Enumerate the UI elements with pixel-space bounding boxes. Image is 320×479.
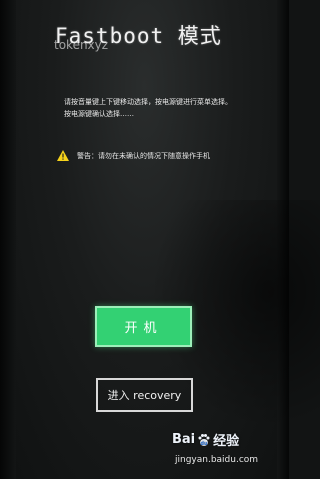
recovery-button[interactable]: 进入 recovery [96,378,193,412]
boot-button[interactable]: 开机 [95,306,192,347]
warning-icon [57,150,69,161]
warning-text: 警告：请勿在未确认的情况下随意操作手机 [77,151,210,160]
baidu-logo-text-b: 经验 [213,434,240,449]
svg-text:du: du [201,441,209,447]
phone-bezel-left [0,0,16,479]
instruction-line: 请按音量键上下键移动选择，按电源键进行菜单选择。 [64,98,232,106]
instruction-line: 按电源键确认选择…… [64,110,134,118]
instructions: 请按音量键上下键移动选择，按电源键进行菜单选择。 按电源键确认选择…… [64,96,234,120]
watermark-text: tokenxyz [54,38,109,52]
baidu-paw-icon: du [198,433,210,447]
baidu-logo: Bai du 经验 [172,430,239,449]
warning-row: 警告：请勿在未确认的情况下随意操作手机 [57,150,210,161]
baidu-url: jingyan.baidu.com [175,455,259,465]
baidu-logo-text: Bai [172,432,196,447]
